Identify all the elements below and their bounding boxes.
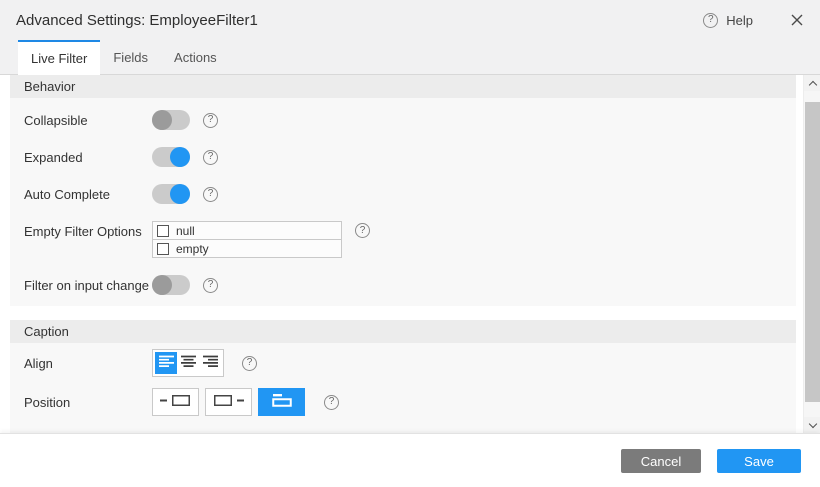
scrollbar-thumb[interactable] <box>805 102 820 402</box>
caption-left-icon <box>160 393 191 411</box>
close-icon[interactable] <box>791 14 803 26</box>
auto-complete-toggle[interactable] <box>152 184 190 204</box>
position-label: Position <box>24 395 152 410</box>
align-button-group <box>152 349 224 377</box>
scroll-down-button[interactable] <box>804 417 820 433</box>
collapsible-help-icon[interactable]: ? <box>203 113 218 128</box>
caption-section: Caption Align <box>10 320 796 433</box>
auto-complete-label: Auto Complete <box>24 187 152 202</box>
behavior-section-header: Behavior <box>10 75 796 98</box>
toggle-knob <box>152 275 172 295</box>
empty-checkbox[interactable] <box>157 243 169 255</box>
chevron-down-icon <box>808 419 816 427</box>
align-row: Align <box>24 349 796 377</box>
chevron-up-icon <box>808 80 816 88</box>
scroll-up-button[interactable] <box>804 75 820 91</box>
advanced-settings-dialog: Advanced Settings: EmployeeFilter1 ? Hel… <box>0 0 820 487</box>
empty-option-label: empty <box>176 242 209 256</box>
null-option-label: null <box>176 224 195 238</box>
align-left-icon <box>159 355 174 371</box>
position-help-icon[interactable]: ? <box>324 395 339 410</box>
position-row: Position <box>24 388 796 416</box>
dialog-title: Advanced Settings: EmployeeFilter1 <box>16 12 703 29</box>
tab-live-filter[interactable]: Live Filter <box>18 40 100 75</box>
behavior-section-body: Collapsible ? Expanded ? Auto Complete ?… <box>10 98 796 306</box>
behavior-section: Behavior Collapsible ? Expanded ? Auto C… <box>10 75 796 306</box>
empty-filter-options-list: null empty <box>152 221 342 258</box>
filter-on-input-change-label: Filter on input change <box>24 278 152 293</box>
align-label: Align <box>24 356 152 371</box>
caption-top-icon <box>272 393 292 411</box>
filter-on-input-change-toggle[interactable] <box>152 275 190 295</box>
toggle-knob <box>170 147 190 167</box>
expanded-row: Expanded ? <box>24 147 796 167</box>
dialog-titlebar: Advanced Settings: EmployeeFilter1 ? Hel… <box>0 0 820 40</box>
collapsible-toggle[interactable] <box>152 110 190 130</box>
help-link[interactable]: Help <box>726 13 753 28</box>
align-help-icon[interactable]: ? <box>242 356 257 371</box>
expanded-label: Expanded <box>24 150 152 165</box>
caption-position-top-button[interactable] <box>258 388 305 416</box>
expanded-toggle[interactable] <box>152 147 190 167</box>
save-button[interactable]: Save <box>717 449 801 473</box>
option-empty[interactable]: empty <box>152 239 342 258</box>
empty-filter-options-label: Empty Filter Options <box>24 221 152 239</box>
toggle-knob <box>152 110 172 130</box>
empty-filter-options-help-icon[interactable]: ? <box>355 223 370 238</box>
dialog-footer: Cancel Save <box>0 433 820 487</box>
empty-filter-options-row: Empty Filter Options null empty ? <box>24 221 796 258</box>
align-center-icon <box>181 355 196 371</box>
tab-fields[interactable]: Fields <box>100 40 161 74</box>
caption-section-body: Align <box>10 343 796 433</box>
titlebar-actions: ? Help <box>703 13 803 28</box>
help-icon[interactable]: ? <box>703 13 718 28</box>
option-null[interactable]: null <box>152 221 342 240</box>
align-left-button[interactable] <box>155 352 177 374</box>
align-right-button[interactable] <box>199 352 221 374</box>
tab-bar: Live Filter Fields Actions <box>0 40 820 75</box>
tab-actions[interactable]: Actions <box>161 40 230 74</box>
auto-complete-help-icon[interactable]: ? <box>203 187 218 202</box>
align-center-button[interactable] <box>177 352 199 374</box>
collapsible-label: Collapsible <box>24 113 152 128</box>
caption-position-left-button[interactable] <box>152 388 199 416</box>
filter-on-input-change-row: Filter on input change ? <box>24 275 796 295</box>
caption-section-header: Caption <box>10 320 796 343</box>
caption-position-right-button[interactable] <box>205 388 252 416</box>
caption-right-icon <box>213 393 244 411</box>
cancel-button[interactable]: Cancel <box>621 449 701 473</box>
vertical-scrollbar[interactable] <box>803 75 820 433</box>
null-checkbox[interactable] <box>157 225 169 237</box>
auto-complete-row: Auto Complete ? <box>24 184 796 204</box>
filter-on-input-change-help-icon[interactable]: ? <box>203 278 218 293</box>
footer-buttons: Cancel Save <box>621 449 801 473</box>
collapsible-row: Collapsible ? <box>24 110 796 130</box>
toggle-knob <box>170 184 190 204</box>
align-right-icon <box>203 355 218 371</box>
expanded-help-icon[interactable]: ? <box>203 150 218 165</box>
settings-content: Behavior Collapsible ? Expanded ? Auto C… <box>0 75 803 433</box>
